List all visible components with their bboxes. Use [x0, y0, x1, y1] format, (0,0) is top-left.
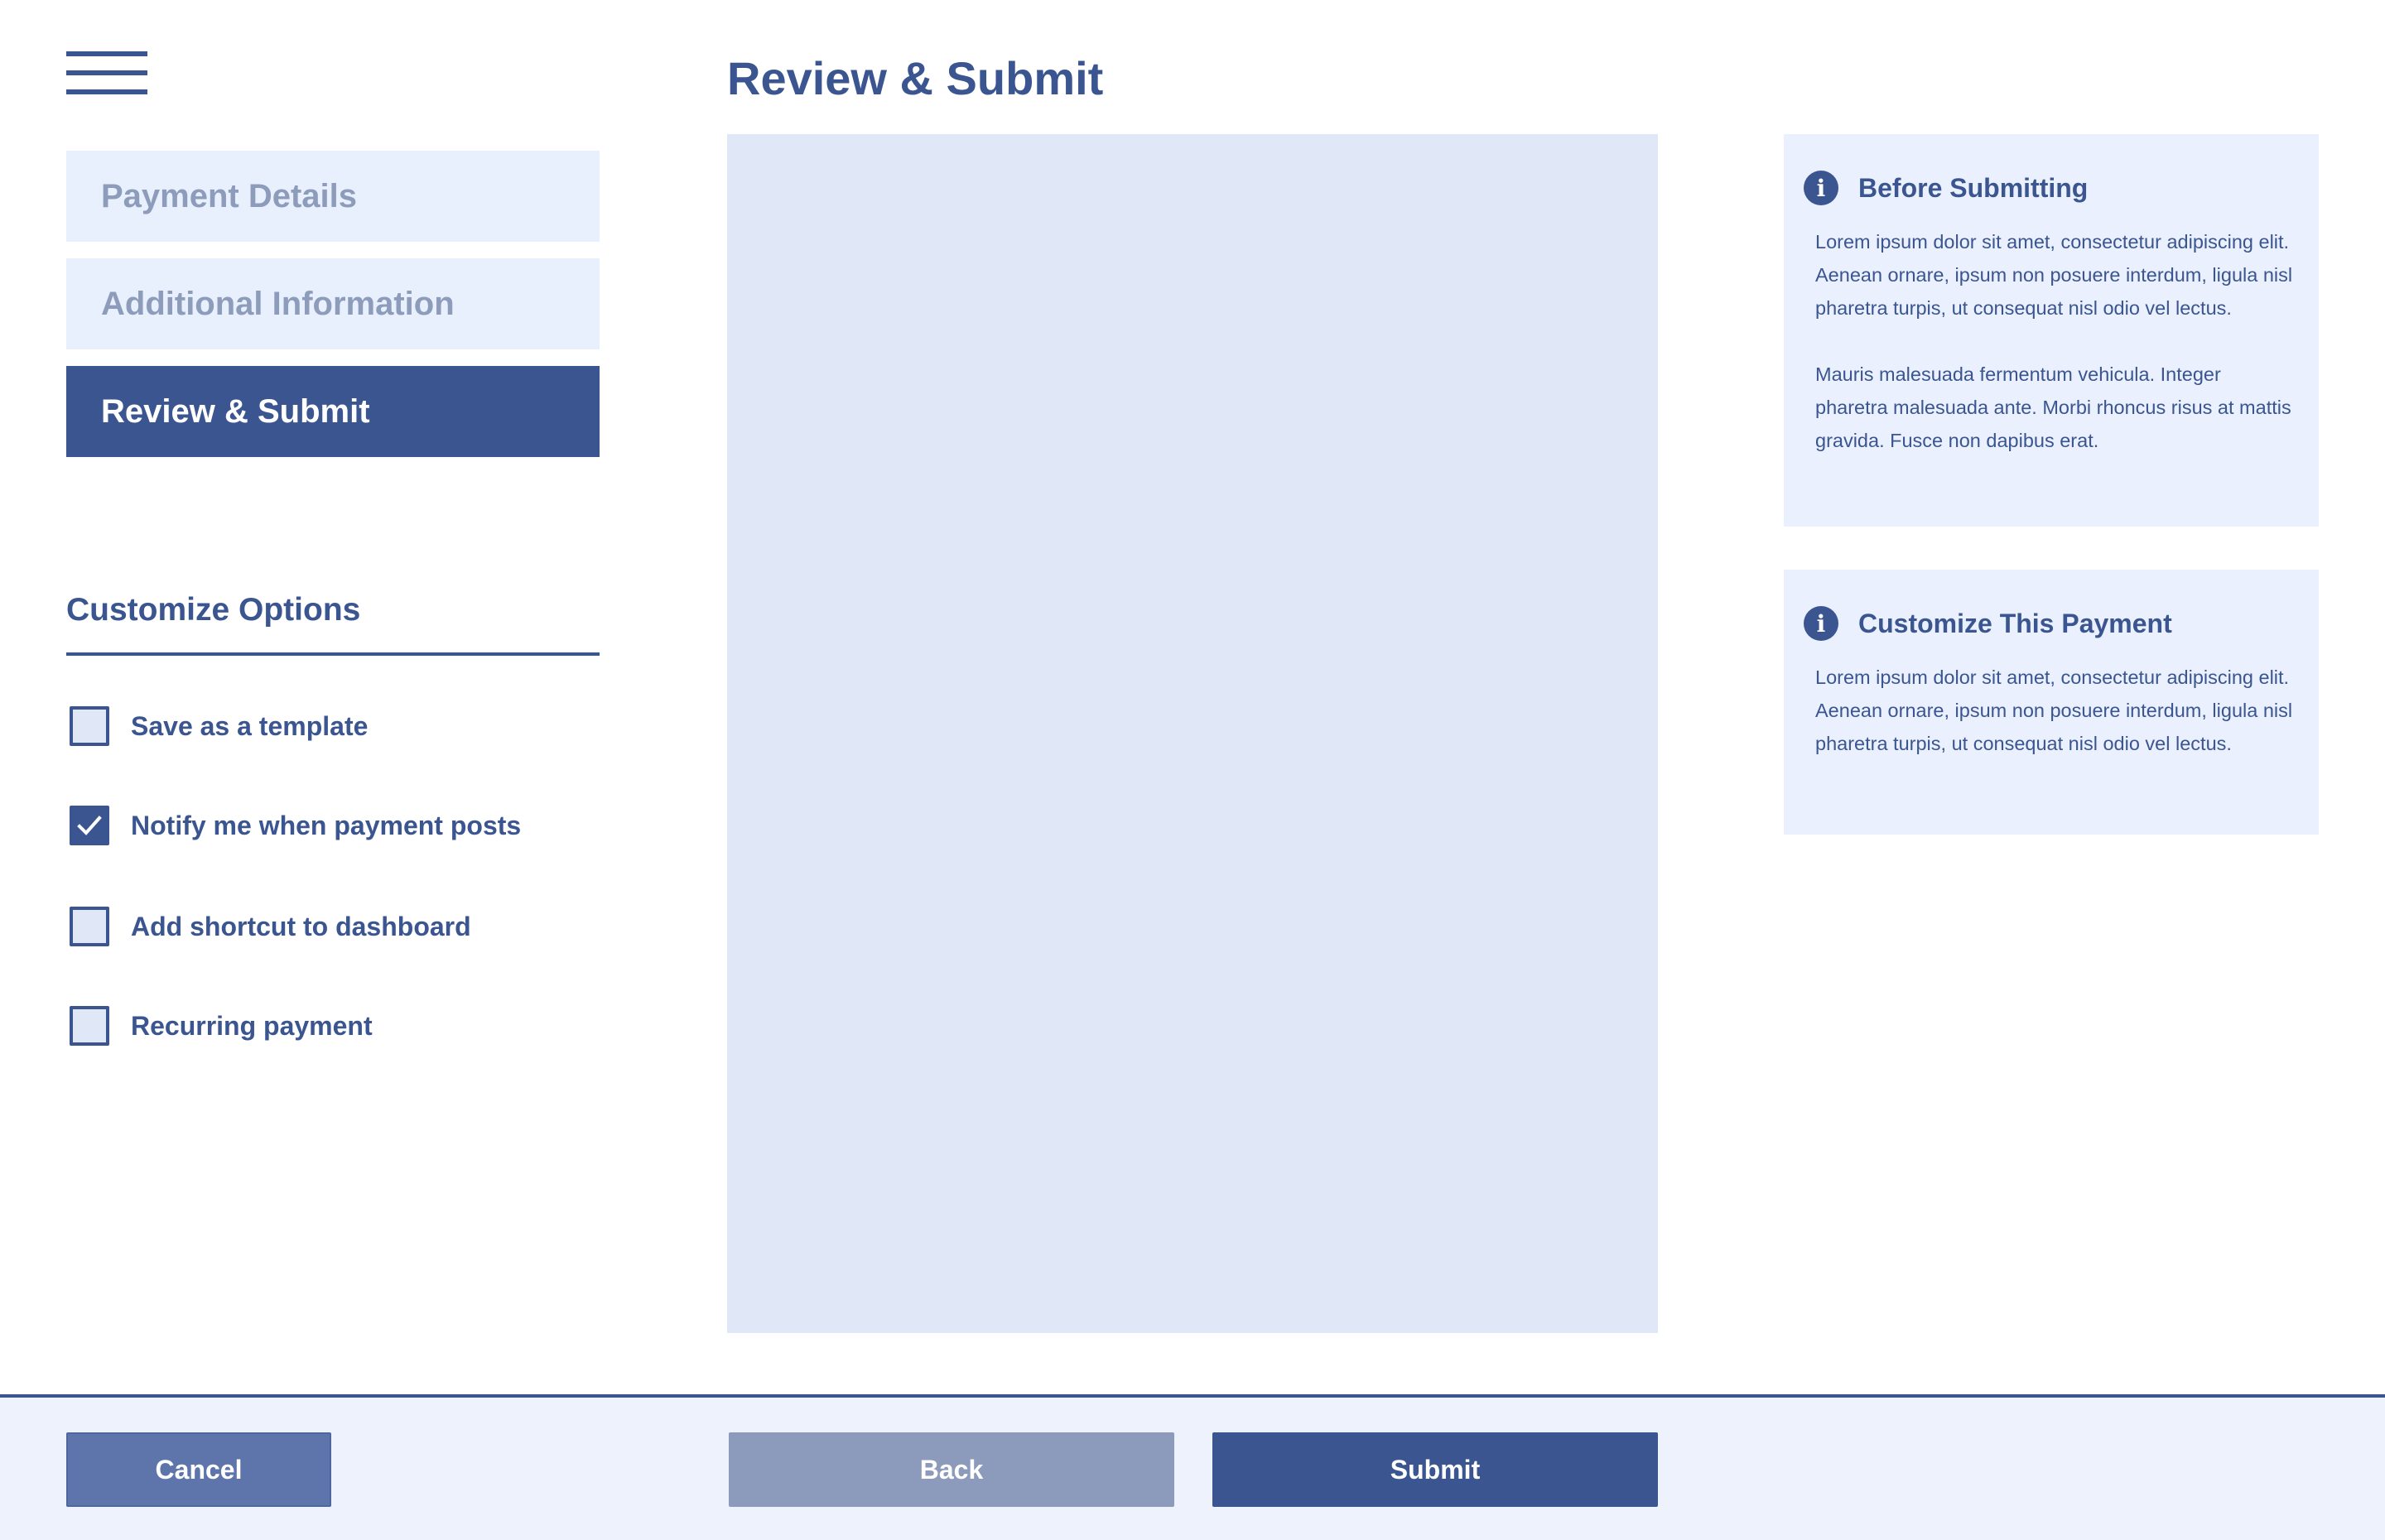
step-additional-information[interactable]: Additional Information — [66, 258, 600, 349]
cancel-button[interactable]: Cancel — [66, 1432, 331, 1507]
footer-bar — [0, 1394, 2385, 1540]
customize-options-heading: Customize Options — [66, 592, 361, 628]
option-notify-when-posts[interactable]: Notify me when payment posts — [70, 805, 521, 846]
info-card-before-submitting: i Before Submitting Lorem ipsum dolor si… — [1784, 134, 2319, 527]
option-label: Add shortcut to dashboard — [131, 911, 471, 941]
back-button[interactable]: Back — [729, 1432, 1174, 1507]
step-review-submit[interactable]: Review & Submit — [66, 366, 600, 457]
hamburger-menu-icon[interactable] — [66, 51, 147, 98]
review-preview-panel — [727, 134, 1658, 1333]
option-label: Save as a template — [131, 710, 369, 741]
card-paragraph: Mauris malesuada fermentum vehicula. Int… — [1815, 363, 2291, 451]
card-title: Customize This Payment — [1858, 608, 2172, 638]
card-paragraph: Lorem ipsum dolor sit amet, consectetur … — [1815, 231, 2293, 319]
option-recurring-payment[interactable]: Recurring payment — [70, 1005, 373, 1047]
info-icon: i — [1804, 606, 1838, 641]
menu-line — [66, 70, 147, 75]
step-label: Review & Submit — [101, 392, 370, 430]
card-title: Before Submitting — [1858, 172, 2089, 203]
card-header: i Customize This Payment — [1804, 606, 2294, 641]
checkbox[interactable] — [70, 706, 109, 746]
info-card-customize-payment: i Customize This Payment Lorem ipsum dol… — [1784, 570, 2319, 835]
checkmark-icon — [77, 816, 102, 835]
customize-options-divider — [66, 652, 600, 656]
menu-line — [66, 89, 147, 94]
submit-button[interactable]: Submit — [1212, 1432, 1658, 1507]
option-label: Recurring payment — [131, 1010, 373, 1041]
step-label: Additional Information — [101, 285, 455, 322]
card-paragraph: Lorem ipsum dolor sit amet, consectetur … — [1815, 667, 2293, 754]
card-header: i Before Submitting — [1804, 171, 2294, 205]
option-save-as-template[interactable]: Save as a template — [70, 705, 368, 747]
card-body: Lorem ipsum dolor sit amet, consectetur … — [1804, 225, 2294, 457]
card-body: Lorem ipsum dolor sit amet, consectetur … — [1804, 661, 2294, 760]
checkbox[interactable] — [70, 1006, 109, 1046]
info-icon: i — [1804, 171, 1838, 205]
checkbox[interactable] — [70, 907, 109, 946]
step-payment-details[interactable]: Payment Details — [66, 151, 600, 242]
page-title: Review & Submit — [727, 52, 1104, 104]
step-label: Payment Details — [101, 177, 358, 214]
option-label: Notify me when payment posts — [131, 810, 522, 840]
checkbox-checked[interactable] — [70, 806, 109, 845]
option-add-shortcut[interactable]: Add shortcut to dashboard — [70, 906, 471, 947]
menu-line — [66, 51, 147, 56]
